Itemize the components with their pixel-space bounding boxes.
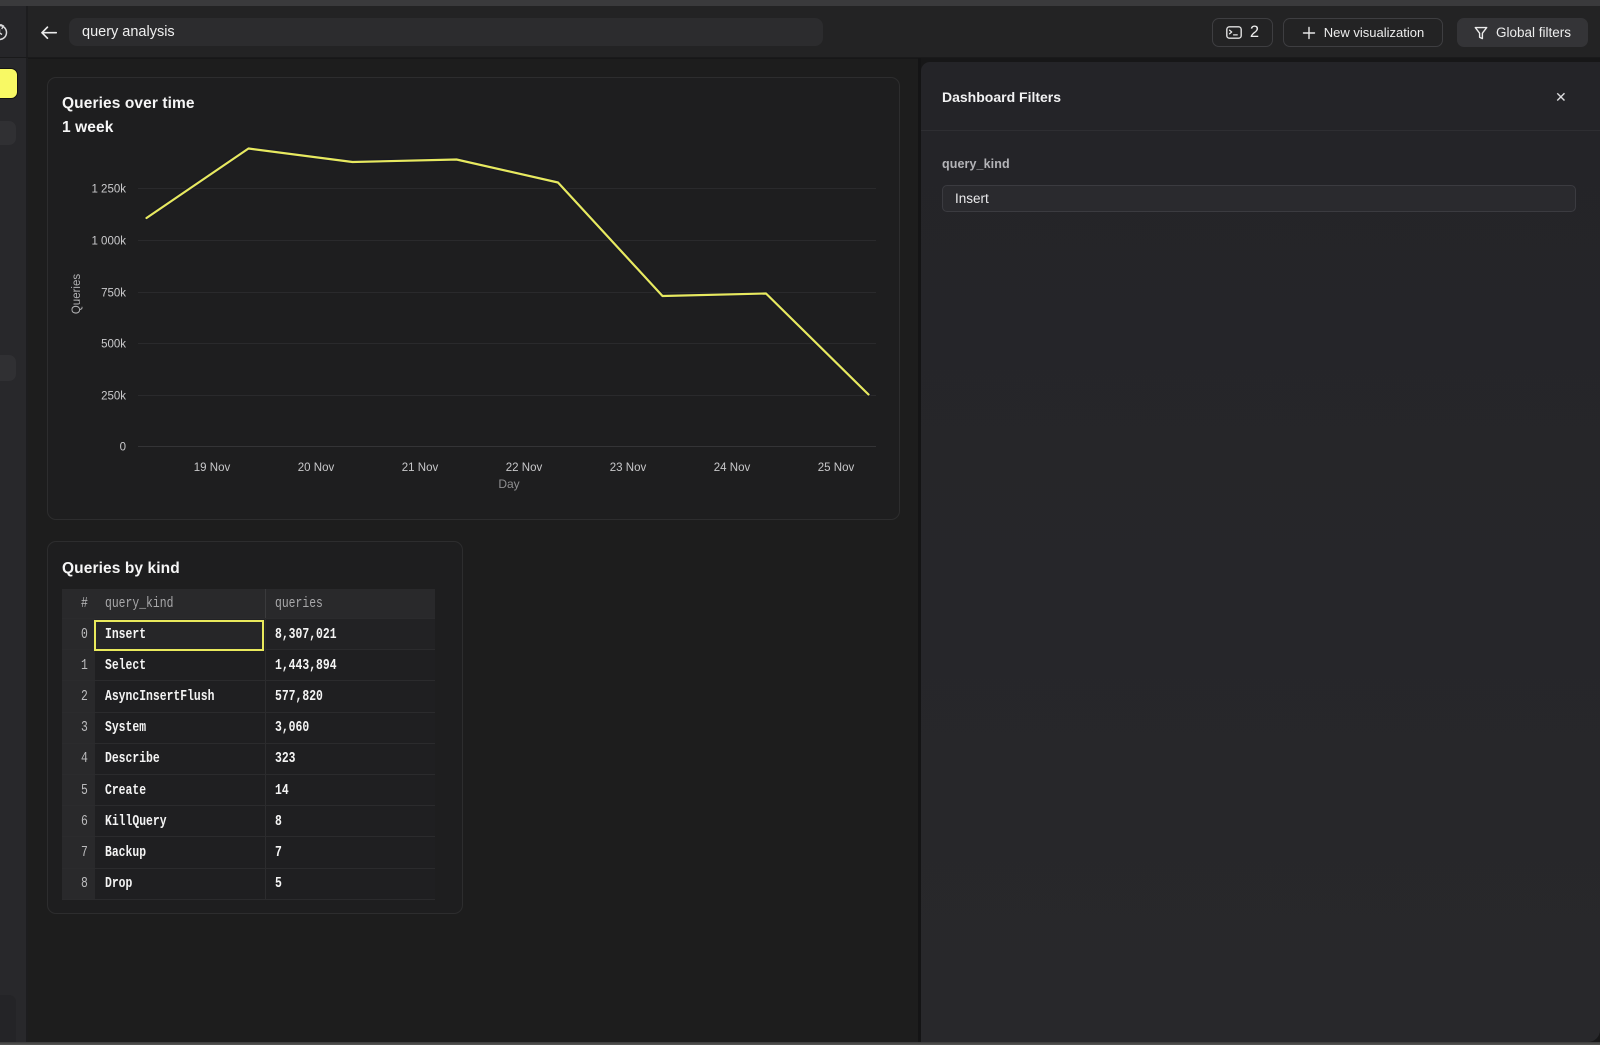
svg-text:23 Nov: 23 Nov (610, 462, 647, 474)
svg-text:1 250k: 1 250k (91, 184, 126, 196)
svg-text:750k: 750k (101, 288, 126, 300)
svg-text:24 Nov: 24 Nov (714, 462, 751, 474)
svg-text:Day: Day (498, 477, 519, 491)
svg-text:Queries: Queries (71, 274, 83, 315)
svg-text:22 Nov: 22 Nov (506, 462, 543, 474)
svg-text:0: 0 (120, 442, 126, 454)
svg-text:250k: 250k (101, 391, 126, 403)
svg-text:1 000k: 1 000k (91, 236, 126, 248)
svg-text:25 Nov: 25 Nov (818, 462, 855, 474)
svg-text:19 Nov: 19 Nov (194, 462, 231, 474)
svg-text:500k: 500k (101, 339, 126, 351)
svg-text:21 Nov: 21 Nov (402, 462, 439, 474)
svg-text:20 Nov: 20 Nov (298, 462, 335, 474)
